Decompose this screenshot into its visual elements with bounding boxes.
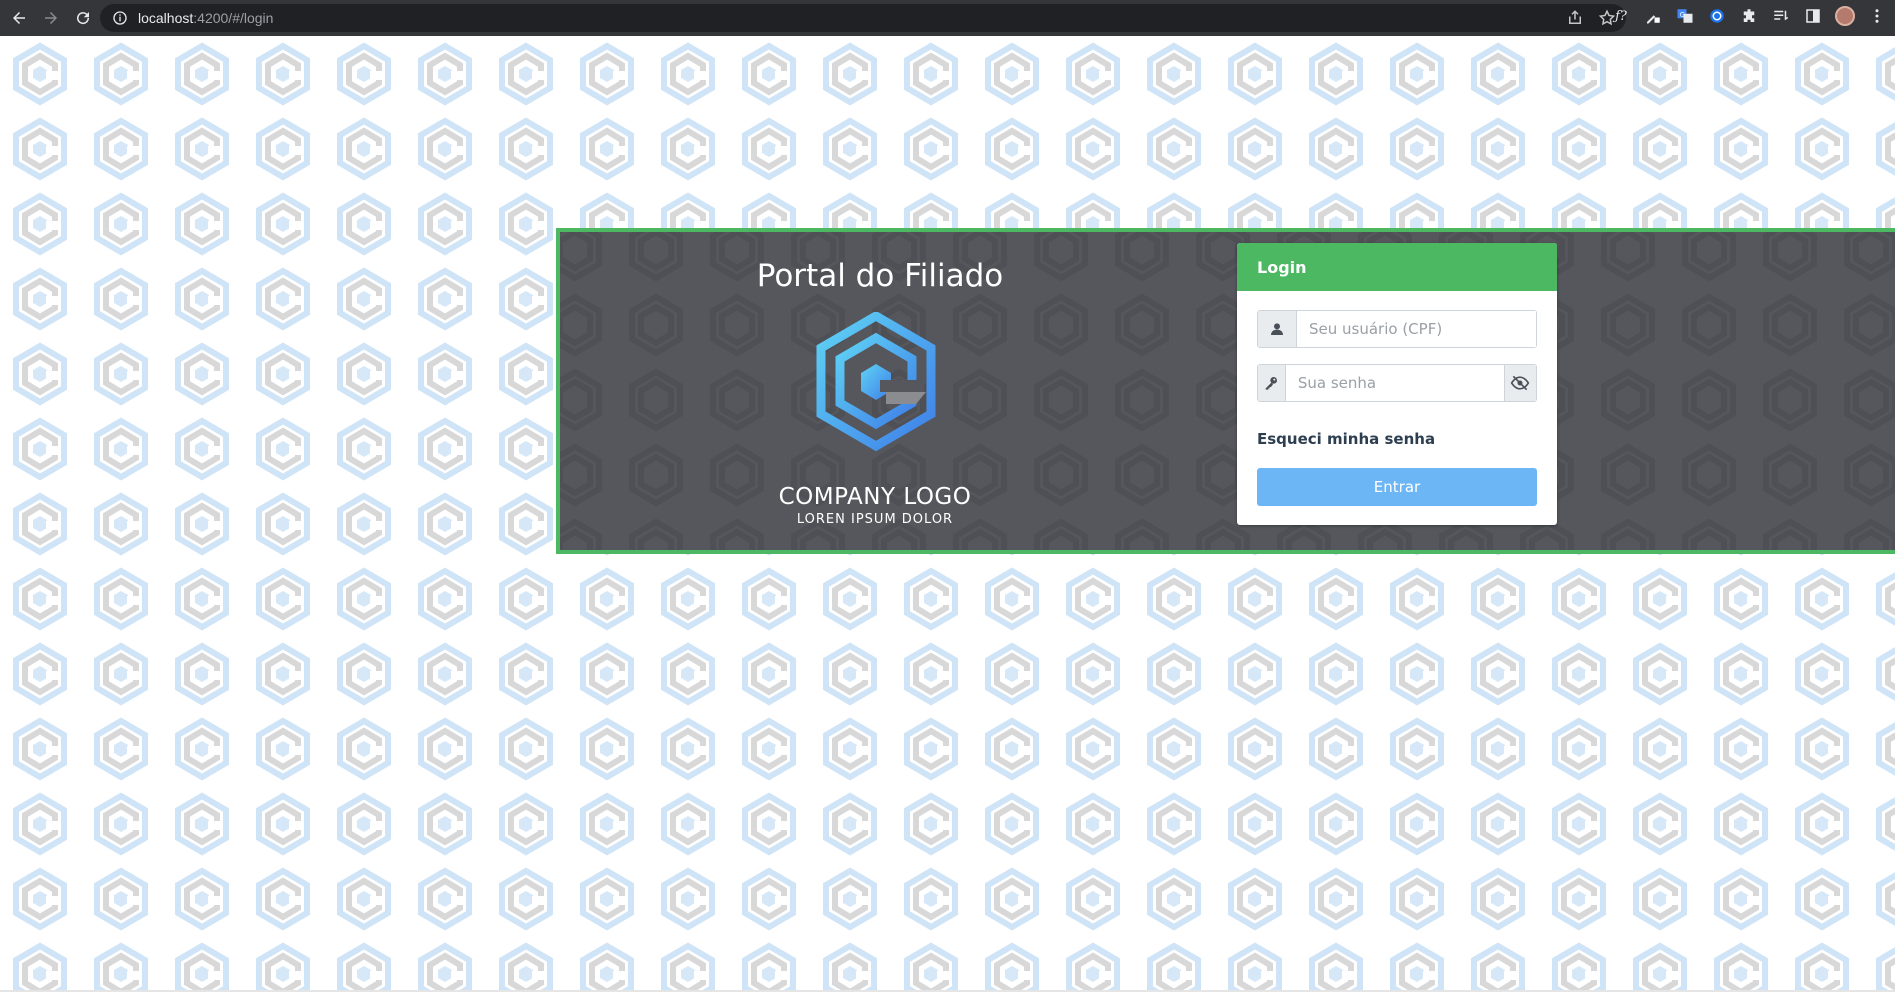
login-card-header: Login (1237, 243, 1557, 291)
share-icon[interactable] (1566, 9, 1584, 27)
reading-list-icon[interactable] (1771, 6, 1791, 26)
key-icon (1258, 365, 1286, 401)
page-content: Portal do Filiado COMPANY LOGO LOREN IPS… (0, 36, 1895, 992)
submit-button[interactable]: Entrar (1257, 468, 1537, 506)
side-panel-icon[interactable] (1803, 6, 1823, 26)
url-host: localhost (138, 10, 194, 26)
logo-tagline: LOREN IPSUM DOLOR (796, 512, 954, 527)
svg-text:G: G (1680, 11, 1685, 19)
address-bar[interactable]: localhost:4200/#/login (100, 4, 1626, 32)
url-text[interactable]: localhost:4200/#/login (138, 10, 273, 26)
forgot-password-link[interactable]: Esqueci minha senha (1257, 430, 1435, 448)
function-extension-icon[interactable]: ƒ? (1611, 6, 1631, 26)
browser-toolbar: localhost:4200/#/login ƒ? G (0, 0, 1895, 36)
url-path: :4200/#/login (193, 10, 274, 26)
arrow-right-icon (45, 12, 57, 24)
profile-avatar[interactable] (1835, 6, 1855, 26)
reload-icon (77, 12, 90, 25)
login-card: Login Esqueci minha senha Entrar (1237, 243, 1557, 525)
password-group (1257, 364, 1537, 402)
company-logo (770, 310, 982, 492)
username-group (1257, 310, 1537, 348)
username-input[interactable] (1297, 311, 1536, 347)
translate-extension-icon[interactable]: G (1675, 6, 1695, 26)
puzzle-extensions-icon[interactable] (1739, 6, 1759, 26)
forward-button[interactable] (36, 3, 66, 33)
hero-banner: Portal do Filiado COMPANY LOGO LOREN IPS… (556, 228, 1895, 554)
menu-kebab-icon[interactable] (1867, 6, 1887, 26)
circle-extension-icon[interactable] (1707, 6, 1727, 26)
hexagon-logo-icon (816, 310, 936, 452)
info-icon[interactable] (112, 10, 128, 26)
toggle-password-visibility[interactable] (1503, 365, 1536, 401)
page-title: Portal do Filiado (756, 258, 1004, 294)
user-icon (1258, 311, 1297, 347)
password-input[interactable] (1285, 365, 1504, 401)
logo-name: COMPANY LOGO (778, 484, 972, 510)
arrow-left-icon (13, 12, 25, 24)
reload-button[interactable] (68, 3, 98, 33)
eyedropper-extension-icon[interactable] (1643, 6, 1663, 26)
eye-slash-icon (1511, 375, 1530, 391)
back-button[interactable] (4, 3, 34, 33)
